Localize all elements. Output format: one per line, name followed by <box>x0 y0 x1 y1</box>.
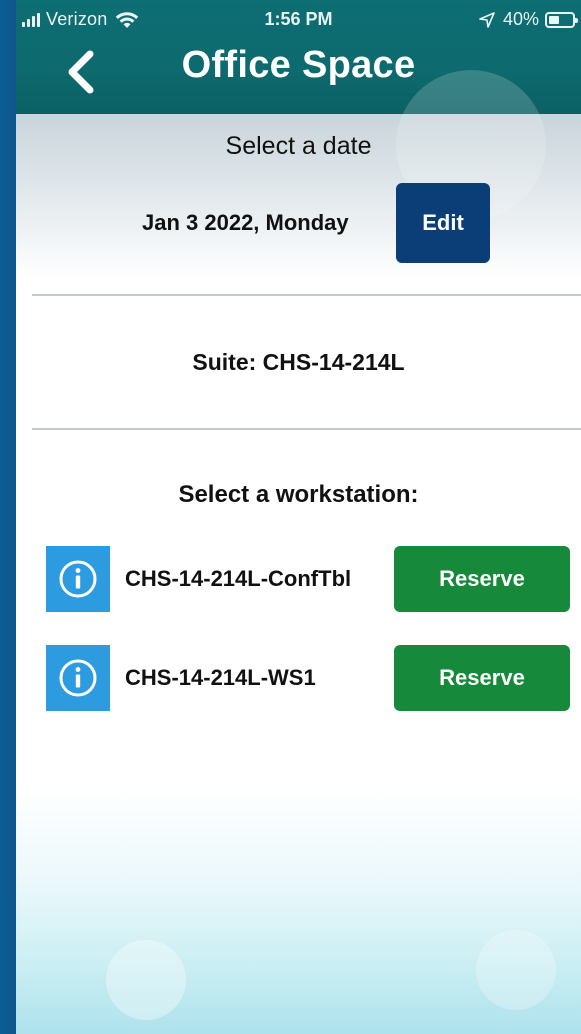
divider <box>32 428 581 430</box>
app-header: Verizon 1:56 PM 40% Office Space <box>16 0 581 220</box>
page-title: Office Space <box>181 44 416 86</box>
divider <box>32 294 581 296</box>
info-icon[interactable] <box>46 645 110 711</box>
workstation-row: CHS-14-214L-ConfTbl Reserve <box>16 546 581 612</box>
battery-fill <box>549 15 559 24</box>
select-date-label: Select a date <box>225 132 372 160</box>
info-icon[interactable] <box>46 546 110 612</box>
battery-icon <box>545 11 578 28</box>
reserve-button[interactable]: Reserve <box>394 546 570 612</box>
workstation-row: CHS-14-214L-WS1 Reserve <box>16 645 581 711</box>
suite-label: Suite: CHS-14-214L <box>192 349 405 375</box>
status-bar: Verizon 1:56 PM 40% <box>16 0 581 38</box>
app-screen: Verizon 1:56 PM 40% Office Space Select … <box>16 0 581 1034</box>
select-workstation-label: Select a workstation: <box>178 481 419 508</box>
location-arrow-icon <box>479 11 495 28</box>
info-circle-icon <box>59 560 97 598</box>
workstation-name: CHS-14-214L-WS1 <box>125 665 316 690</box>
info-circle-icon <box>59 659 97 697</box>
edit-date-button[interactable]: Edit <box>396 183 490 263</box>
battery-percent: 40% <box>502 9 539 29</box>
reserve-button[interactable]: Reserve <box>394 645 570 711</box>
selected-date: Jan 3 2022, Monday <box>142 210 349 235</box>
background-decoration <box>106 940 186 1020</box>
background-decoration <box>476 930 556 1010</box>
date-row: Jan 3 2022, Monday Edit <box>16 182 581 264</box>
workstation-name: CHS-14-214L-ConfTbl <box>125 566 352 591</box>
status-right: 40% <box>479 9 578 30</box>
